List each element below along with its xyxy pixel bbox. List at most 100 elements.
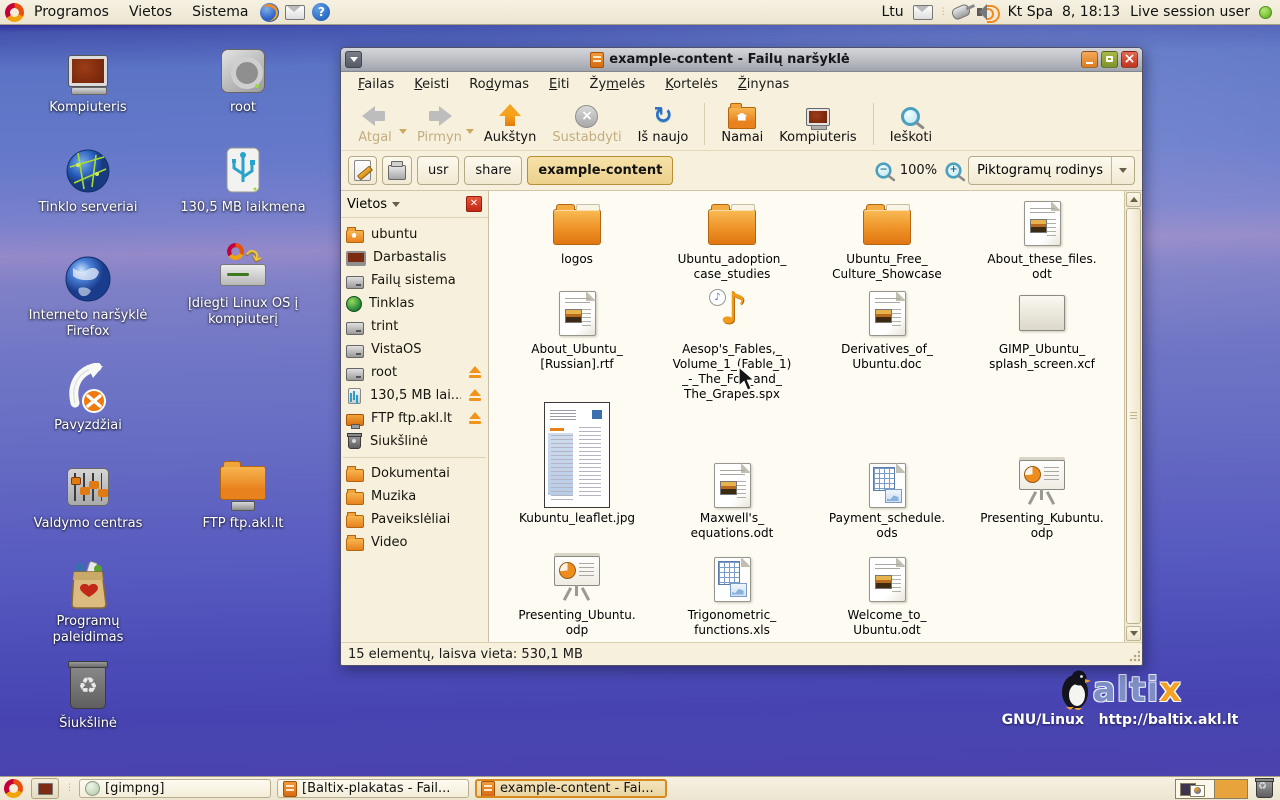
- sidebar-item-ftp-ftp-akl-lt[interactable]: FTP ftp.akl.lt: [341, 407, 488, 430]
- workspace-1[interactable]: [1176, 780, 1215, 798]
- eject-icon[interactable]: [468, 366, 483, 379]
- desktop-icon--diegti-linux-os-kompiuter-[interactable]: ↷Įdiegti Linux OS įkompiuterį: [173, 240, 313, 328]
- clock[interactable]: Kt Spa 8, 18:13: [1003, 4, 1126, 20]
- file-ubuntu-adoption-case-studies[interactable]: Ubuntu_adoption_case_studies: [657, 197, 807, 282]
- user-switcher[interactable]: Live session user: [1125, 4, 1255, 20]
- path-segment-example-content[interactable]: example-content: [527, 156, 673, 185]
- file-view[interactable]: logosUbuntu_adoption_case_studiesUbuntu_…: [489, 191, 1142, 642]
- file-trigonometric-functions-xls[interactable]: Trigonometric_functions.xls: [657, 553, 807, 638]
- resize-grip[interactable]: [1128, 651, 1140, 663]
- mail-notification-icon[interactable]: [913, 5, 933, 20]
- sidebar-item-root[interactable]: root: [341, 361, 488, 384]
- trash-applet-icon[interactable]: [1256, 780, 1273, 798]
- toolbar-aukštyn[interactable]: Aukštyn: [476, 101, 544, 147]
- sidebar-item-dokumentai[interactable]: Dokumentai: [341, 462, 488, 485]
- sidebar-item-paveikslėliai[interactable]: Paveikslėliai: [341, 508, 488, 531]
- menu-rodymas[interactable]: Rodymas: [460, 74, 538, 95]
- sidebar-item-šiukšlinė[interactable]: Šiukšlinė: [341, 430, 488, 453]
- taskbar-task--baltix-plakatas-fail-[interactable]: [Baltix-plakatas - Fail...: [277, 779, 469, 798]
- key-icon[interactable]: [950, 3, 971, 21]
- desktop-icon-valdymo-centras[interactable]: Valdymo centras: [18, 460, 158, 532]
- minimize-button[interactable]: [1081, 51, 1098, 68]
- file-logos[interactable]: logos: [502, 197, 652, 267]
- sidebar-item-video[interactable]: Video: [341, 531, 488, 554]
- taskbar-task-example-content-fai-[interactable]: example-content - Fai...: [475, 779, 667, 798]
- volume-icon[interactable]: [977, 4, 999, 20]
- zoom-out-icon[interactable]: −: [875, 162, 891, 178]
- file-payment-schedule-ods[interactable]: Payment_schedule.ods: [812, 396, 962, 541]
- workspace-switcher[interactable]: [1175, 779, 1248, 799]
- vertical-scrollbar[interactable]: [1124, 191, 1142, 642]
- desktop-icon-root[interactable]: root: [173, 44, 313, 116]
- file-maxwell-s-equations-odt[interactable]: Maxwell's_equations.odt: [657, 396, 807, 541]
- toolbar-namai[interactable]: Namai: [713, 101, 771, 147]
- sidebar-item-ubuntu[interactable]: ubuntu: [341, 223, 488, 246]
- toolbar-ieškoti[interactable]: Ieškoti: [882, 101, 940, 147]
- file-about-these-files-odt[interactable]: About_these_files.odt: [967, 197, 1117, 282]
- file-kubuntu-leaflet-jpg[interactable]: Kubuntu_leaflet.jpg: [502, 396, 652, 526]
- sidebar-item-darbastalis[interactable]: Darbastalis: [341, 246, 488, 269]
- file-presenting-kubuntu-odp[interactable]: Presenting_Kubuntu.odp: [967, 396, 1117, 541]
- eject-icon[interactable]: [468, 389, 483, 402]
- keyboard-layout-indicator[interactable]: Ltu: [876, 4, 908, 20]
- root-path-button[interactable]: [382, 156, 412, 185]
- show-desktop-button[interactable]: [31, 778, 59, 799]
- sidebar-item-130-5-mb-lai-[interactable]: 130,5 MB lai...: [341, 384, 488, 407]
- toolbar-kompiuteris[interactable]: Kompiuteris: [771, 101, 864, 147]
- panel-menu-vietos[interactable]: Vietos: [119, 0, 182, 25]
- firefox-icon[interactable]: [260, 3, 279, 22]
- file-aesop-s-fables-volume-1-fable-1-the-fox-[interactable]: Aesop's_Fables,_Volume_1_(Fable_1)_-_The…: [657, 287, 807, 402]
- desktop-icon-pavyzd-iai[interactable]: Pavyzdžiai: [18, 362, 158, 434]
- panel-menu-sistema[interactable]: Sistema: [182, 0, 258, 25]
- file-about-ubuntu-russian-rtf[interactable]: About_Ubuntu_[Russian].rtf: [502, 287, 652, 372]
- scroll-down-arrow[interactable]: [1126, 626, 1141, 641]
- file-derivatives-of-ubuntu-doc[interactable]: Derivatives_of_Ubuntu.doc: [812, 287, 962, 372]
- chevron-down-icon[interactable]: [399, 129, 407, 134]
- desktop-icon-ftp-ftp-akl-lt[interactable]: FTP ftp.akl.lt: [173, 460, 313, 532]
- file-presenting-ubuntu-odp[interactable]: Presenting_Ubuntu.odp: [502, 553, 652, 638]
- desktop-icon-tinklo-serveriai[interactable]: Tinklo serveriai: [18, 144, 158, 216]
- window-menu-button[interactable]: [345, 51, 362, 68]
- panel-menu-programos[interactable]: Programos: [28, 0, 119, 25]
- menu-žymelės[interactable]: Žymelės: [581, 74, 655, 95]
- taskbar-task--gimpng-[interactable]: [gimpng]: [79, 779, 271, 798]
- scroll-up-arrow[interactable]: [1126, 192, 1141, 207]
- workspace-2-current[interactable]: [1215, 780, 1247, 798]
- menu-failas[interactable]: Failas: [349, 74, 403, 95]
- path-segment-share[interactable]: share: [464, 156, 522, 185]
- distributor-logo-icon[interactable]: [4, 779, 23, 798]
- file-welcome-to-ubuntu-odt[interactable]: Welcome_to_Ubuntu.odt: [812, 553, 962, 638]
- menu-žinynas[interactable]: Žinynas: [729, 74, 798, 95]
- close-button[interactable]: [1121, 51, 1138, 68]
- sidebar-item-trint[interactable]: trint: [341, 315, 488, 338]
- sidebar-close-icon[interactable]: ✕: [466, 196, 482, 212]
- distributor-logo-icon[interactable]: [5, 3, 24, 22]
- chevron-down-icon[interactable]: [466, 129, 474, 134]
- sidebar-item-tinklas[interactable]: Tinklas: [341, 292, 488, 315]
- titlebar[interactable]: example-content - Failų naršyklė: [341, 48, 1142, 72]
- scrollbar-thumb[interactable]: [1126, 208, 1141, 624]
- help-icon[interactable]: ?: [312, 3, 330, 21]
- eject-icon[interactable]: [468, 412, 483, 425]
- desktop-icon-130-5-mb-laikmena[interactable]: 130,5 MB laikmena: [173, 144, 313, 216]
- zoom-in-icon[interactable]: +: [945, 162, 961, 178]
- sidebar-item-vistaos[interactable]: VistaOS: [341, 338, 488, 361]
- menu-eiti[interactable]: Eiti: [540, 74, 579, 95]
- file-ubuntu-free-culture-showcase[interactable]: Ubuntu_Free_Culture_Showcase: [812, 197, 962, 282]
- path-segment-usr[interactable]: usr: [417, 156, 459, 185]
- desktop-icon-interneto-nar-ykl-firefox[interactable]: Interneto naršyklėFirefox: [18, 252, 158, 340]
- sidebar-title[interactable]: Vietos: [347, 197, 387, 212]
- sidebar-item-failų-sistema[interactable]: Failų sistema: [341, 269, 488, 292]
- view-mode-select[interactable]: Piktogramų rodinys: [968, 156, 1135, 185]
- maximize-button[interactable]: [1101, 51, 1118, 68]
- file-gimp-ubuntu-splash-screen-xcf[interactable]: GIMP_Ubuntu_splash_screen.xcf: [967, 287, 1117, 372]
- desktop-icon-program-paleidimas[interactable]: Programųpaleidimas: [18, 558, 158, 646]
- toolbar-iš-naujo[interactable]: ↻Iš naujo: [630, 101, 697, 147]
- desktop-icon-kompiuteris[interactable]: Kompiuteris: [18, 44, 158, 116]
- menu-kortelės[interactable]: Kortelės: [656, 74, 727, 95]
- sidebar-item-muzika[interactable]: Muzika: [341, 485, 488, 508]
- desktop-icon--iuk-lin-[interactable]: ♻Šiukšlinė: [18, 660, 158, 732]
- menu-keisti[interactable]: Keisti: [405, 74, 458, 95]
- evolution-mail-icon[interactable]: [285, 5, 305, 20]
- edit-location-button[interactable]: [348, 156, 377, 185]
